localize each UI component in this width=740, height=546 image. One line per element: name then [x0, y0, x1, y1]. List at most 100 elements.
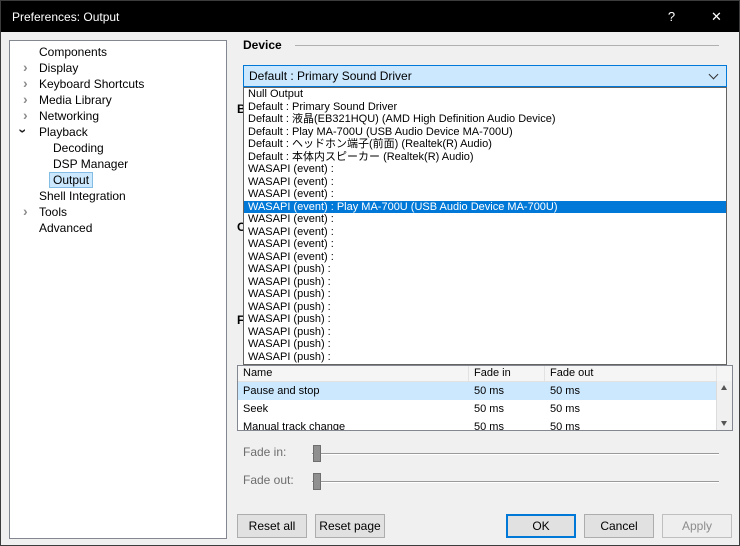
dropdown-item-label: WASAPI (event) :	[248, 175, 334, 188]
tree-item[interactable]: Advanced	[10, 220, 226, 236]
cell-fade-in: 50 ms	[474, 421, 504, 431]
dropdown-item[interactable]: WASAPI (push) :	[244, 313, 726, 326]
window-title: Preferences: Output	[12, 9, 120, 24]
dropdown-item[interactable]: WASAPI (push) :	[244, 351, 726, 364]
tree-item[interactable]: Decoding	[10, 140, 226, 156]
table-row[interactable]: Manual track change 50 ms 50 ms	[238, 418, 732, 431]
tree-item[interactable]: Shell Integration	[10, 188, 226, 204]
fade-in-label: Fade in:	[243, 445, 287, 459]
dropdown-item[interactable]: Default : 液晶(EB321HQU) (AMD High Definit…	[244, 113, 726, 126]
close-button[interactable]: ✕	[694, 1, 739, 32]
fading-table: Name Fade in Fade out Pause and stop 50 …	[237, 365, 733, 431]
fade-in-slider-thumb[interactable]	[313, 445, 321, 462]
ok-button[interactable]: OK	[506, 514, 576, 538]
fade-out-slider-track[interactable]	[312, 481, 719, 483]
device-section-title: Device	[243, 38, 282, 52]
tree-item[interactable]: Networking	[10, 107, 226, 124]
dropdown-item-label: Default : Primary Sound Driver	[248, 100, 398, 113]
dropdown-item-label: Default : 液晶(EB321HQU) (AMD High Definit…	[248, 113, 556, 125]
dropdown-item-label: WASAPI (event) :	[248, 188, 334, 200]
dropdown-item-label: Null Output	[248, 88, 304, 100]
dropdown-item-label: WASAPI (push) :	[248, 300, 331, 313]
dropdown-item[interactable]: WASAPI (event) :	[244, 226, 726, 239]
dropdown-item[interactable]: WASAPI (push) :	[244, 326, 726, 339]
apply-button[interactable]: Apply	[662, 514, 732, 538]
cell-fade-out: 50 ms	[550, 421, 580, 431]
dropdown-item[interactable]: WASAPI (event) :	[244, 213, 726, 226]
dropdown-item-label: WASAPI (event) : Play MA-700U (USB Audio…	[248, 200, 558, 213]
dropdown-item[interactable]: WASAPI (event) :	[244, 176, 726, 189]
device-combobox-value: Default : Primary Sound Driver	[249, 69, 412, 83]
scroll-up-icon[interactable]	[721, 385, 727, 390]
dropdown-item[interactable]: Null Output	[244, 88, 726, 101]
dropdown-item-label: WASAPI (push) :	[248, 313, 331, 325]
tree-item-label: Media Library	[39, 93, 112, 107]
tree-item-label: Advanced	[39, 221, 93, 235]
table-header-label: Name	[243, 367, 273, 379]
dropdown-item[interactable]: Default : Play MA-700U (USB Audio Device…	[244, 126, 726, 139]
fade-in-slider-track[interactable]	[312, 453, 719, 455]
reset-all-button[interactable]: Reset all	[237, 514, 307, 538]
tree-item[interactable]: DSP Manager	[10, 156, 226, 172]
cell-fade-in: 50 ms	[474, 403, 504, 415]
table-row[interactable]: Seek 50 ms 50 ms	[238, 400, 732, 418]
cell-fade-out: 50 ms	[550, 385, 580, 397]
table-header-cell[interactable]: Fade out	[545, 366, 717, 381]
preferences-tree: Components Display Keyboard Shortcuts Me…	[9, 40, 227, 539]
dropdown-item-label: WASAPI (push) :	[248, 275, 331, 288]
table-row[interactable]: Pause and stop 50 ms 50 ms	[238, 382, 732, 400]
device-section-rule	[295, 45, 719, 46]
tree-item[interactable]: Components	[10, 44, 226, 60]
dropdown-item[interactable]: WASAPI (push) :	[244, 276, 726, 289]
tree-item-label: Playback	[39, 125, 88, 139]
dropdown-item-label: WASAPI (event) :	[248, 163, 334, 175]
tree-item-label: Output	[50, 173, 93, 187]
tree-item-label: Tools	[39, 205, 68, 219]
fade-out-slider-thumb[interactable]	[313, 473, 321, 490]
tree-item-label: Display	[39, 61, 79, 75]
tree-item-label: DSP Manager	[53, 157, 129, 171]
dropdown-item-label: Default : Play MA-700U (USB Audio Device…	[248, 125, 513, 138]
tree-item[interactable]: Playback	[10, 124, 226, 140]
dropdown-item-label: WASAPI (push) :	[248, 350, 331, 363]
cancel-button[interactable]: Cancel	[584, 514, 654, 538]
dropdown-item-label: WASAPI (event) :	[248, 238, 334, 250]
scroll-down-icon[interactable]	[721, 421, 727, 426]
tree-item[interactable]: Media Library	[10, 91, 226, 108]
dropdown-item[interactable]: WASAPI (push) :	[244, 288, 726, 301]
dropdown-item[interactable]: WASAPI (event) :	[244, 163, 726, 176]
tree-item[interactable]: Keyboard Shortcuts	[10, 75, 226, 92]
table-header-label: Fade out	[550, 367, 594, 379]
tree-item-label: Shell Integration	[39, 189, 126, 203]
device-combobox[interactable]: Default : Primary Sound Driver	[243, 65, 727, 87]
table-header-label: Fade in	[474, 367, 511, 379]
dropdown-item[interactable]: WASAPI (push) :	[244, 338, 726, 351]
dropdown-item[interactable]: WASAPI (event) :	[244, 188, 726, 201]
dropdown-item-label: WASAPI (push) :	[248, 288, 331, 300]
dropdown-item[interactable]: WASAPI (event) :	[244, 251, 726, 264]
dropdown-item[interactable]: WASAPI (push) :	[244, 263, 726, 276]
tree-item[interactable]: Output	[10, 172, 226, 188]
dropdown-item-label: WASAPI (push) :	[248, 338, 331, 350]
tree-item-label: Components	[39, 45, 108, 59]
tree-item[interactable]: Display	[10, 59, 226, 76]
tree-item[interactable]: Tools	[10, 203, 226, 220]
table-header-cell[interactable]: Fade in	[469, 366, 545, 381]
table-header-cell[interactable]: Name	[238, 366, 469, 381]
dropdown-item[interactable]: Default : Primary Sound Driver	[244, 101, 726, 114]
device-dropdown-list: Null Output Default : Primary Sound Driv…	[243, 87, 727, 365]
reset-page-button[interactable]: Reset page	[315, 514, 385, 538]
preferences-window: Preferences: Output ? ✕ Components Displ…	[0, 0, 740, 546]
dropdown-item-label: WASAPI (event) :	[248, 225, 334, 238]
dropdown-item[interactable]: Default : ヘッドホン端子(前面) (Realtek(R) Audio)	[244, 138, 726, 151]
dropdown-item[interactable]: WASAPI (event) :	[244, 238, 726, 251]
tree-item-label: Keyboard Shortcuts	[39, 77, 145, 91]
dropdown-item[interactable]: WASAPI (push) :	[244, 301, 726, 314]
dropdown-item[interactable]: WASAPI (event) : Play MA-700U (USB Audio…	[244, 200, 726, 213]
fading-table-body: Pause and stop 50 ms 50 ms Seek 50 ms 50…	[238, 382, 732, 431]
table-scrollbar[interactable]	[716, 381, 732, 430]
fade-out-label: Fade out:	[243, 473, 294, 487]
dropdown-item[interactable]: Default : 本体内スピーカー (Realtek(R) Audio)	[244, 151, 726, 164]
titlebar-buttons: ? ✕	[649, 1, 739, 32]
help-button[interactable]: ?	[649, 1, 694, 32]
